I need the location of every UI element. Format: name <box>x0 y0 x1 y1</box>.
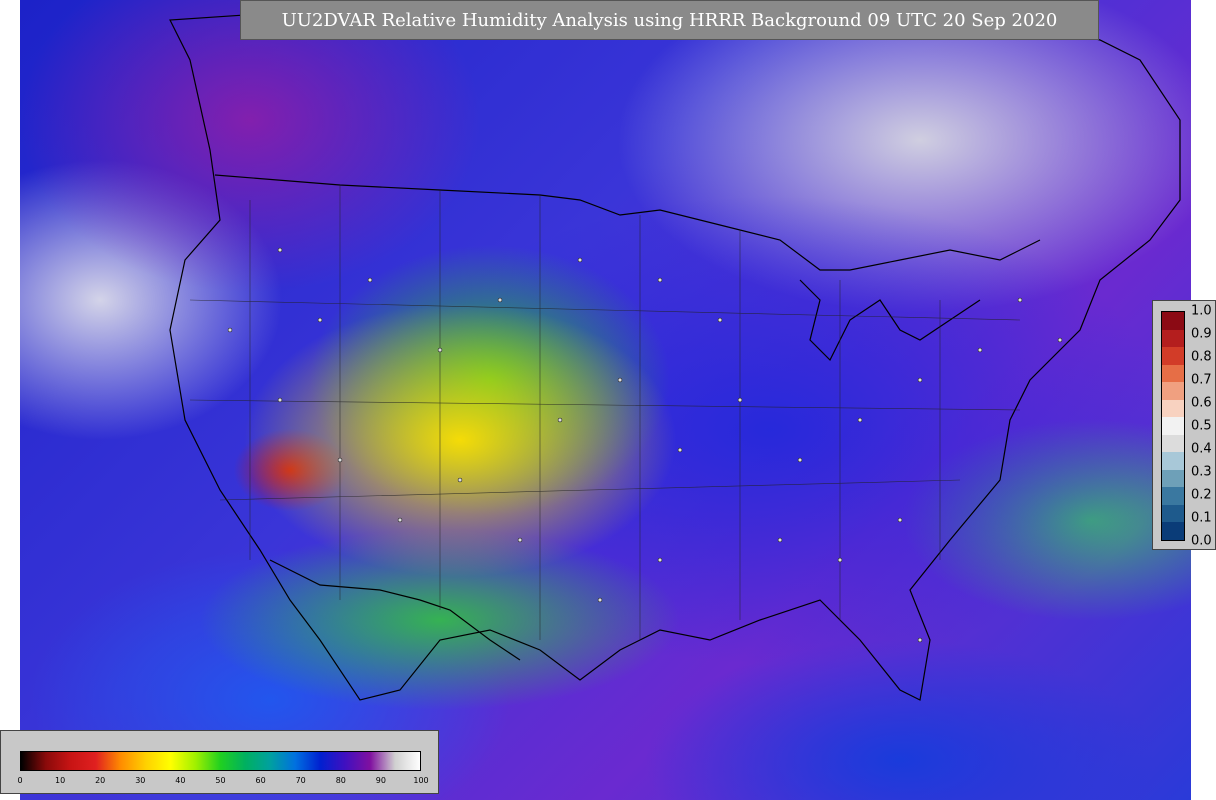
fraction-tick-0.7: 0.7 <box>1191 372 1212 388</box>
great-lakes-outline <box>799 279 981 362</box>
colorbar-tick-100: 100 <box>413 776 429 785</box>
fraction-swatch <box>1162 347 1184 365</box>
fraction-swatch <box>1162 452 1184 470</box>
fraction-swatch <box>1162 329 1184 348</box>
colorbar-tick-80: 80 <box>335 776 346 785</box>
fraction-swatch <box>1162 417 1184 435</box>
colorbar-tick-30: 30 <box>135 776 146 785</box>
colorbar-tick-40: 40 <box>175 776 186 785</box>
us-mexico-border <box>269 559 521 661</box>
fraction-tick-0.8: 0.8 <box>1191 349 1212 365</box>
fraction-swatch <box>1162 487 1184 505</box>
fraction-swatch <box>1162 312 1184 330</box>
north-america-coastline <box>169 9 1181 701</box>
fraction-swatch <box>1162 399 1184 418</box>
fraction-tick-0.1: 0.1 <box>1191 510 1212 526</box>
colorbar-tick-20: 20 <box>95 776 106 785</box>
colorbar-tick-0: 0 <box>17 776 23 785</box>
colorbar-tick-90: 90 <box>375 776 386 785</box>
fraction-tick-0.6: 0.6 <box>1191 395 1212 411</box>
colorbar-tick-10: 10 <box>55 776 66 785</box>
fraction-swatch <box>1162 434 1184 453</box>
fraction-tick-0.4: 0.4 <box>1191 441 1212 457</box>
fraction-swatch <box>1162 522 1184 540</box>
fraction-swatch <box>1162 364 1184 383</box>
fraction-swatch <box>1162 469 1184 488</box>
fraction-tick-0.5: 0.5 <box>1191 418 1212 434</box>
station-observations <box>227 247 1063 643</box>
land-outlines <box>169 9 1181 701</box>
fraction-swatch <box>1162 504 1184 523</box>
colorbar-tick-60: 60 <box>255 776 266 785</box>
colorbar-gradient <box>20 751 421 771</box>
fraction-tick-1.0: 1.0 <box>1191 303 1212 319</box>
map-title-box: UU2DVAR Relative Humidity Analysis using… <box>240 0 1099 40</box>
us-canada-border <box>214 174 1041 271</box>
state-boundaries <box>189 185 1021 640</box>
relative-humidity-colorbar: 0 10 20 30 40 50 60 70 80 90 100 <box>0 730 439 794</box>
fraction-swatch <box>1162 382 1184 400</box>
fraction-tick-0.3: 0.3 <box>1191 464 1212 480</box>
map-title: UU2DVAR Relative Humidity Analysis using… <box>281 9 1058 31</box>
fraction-tick-0.0: 0.0 <box>1191 533 1212 549</box>
fraction-colorbar: 1.0 0.9 0.8 0.7 0.6 0.5 0.4 0.3 0.2 0.1 0.0 <box>1152 300 1216 550</box>
humidity-map <box>20 0 1191 800</box>
fraction-colorbar-swatches <box>1161 311 1185 541</box>
colorbar-tick-70: 70 <box>295 776 306 785</box>
map-overlay <box>169 9 1181 701</box>
fraction-tick-0.9: 0.9 <box>1191 326 1212 342</box>
colorbar-tick-50: 50 <box>215 776 226 785</box>
fraction-tick-0.2: 0.2 <box>1191 487 1212 503</box>
